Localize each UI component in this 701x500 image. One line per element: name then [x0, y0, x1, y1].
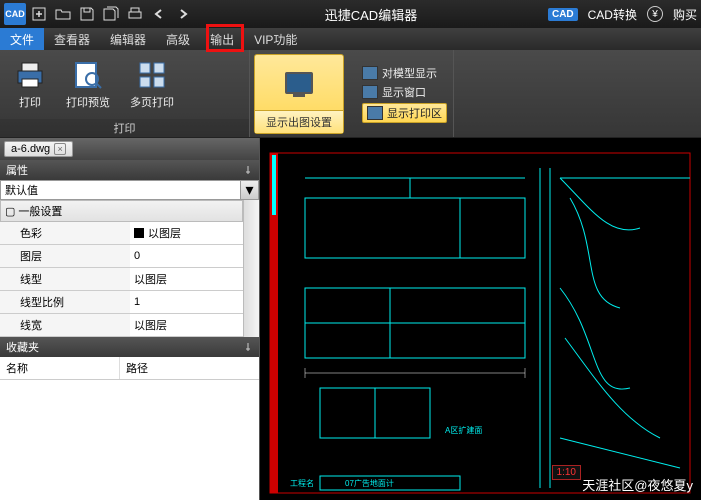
- print-button[interactable]: [124, 3, 146, 25]
- check-show-print-area[interactable]: 显示打印区: [362, 103, 447, 123]
- favorites-columns: 名称 路径: [0, 357, 259, 380]
- pin-icon[interactable]: [243, 342, 253, 352]
- favorites-header: 收藏夹: [0, 337, 259, 357]
- cad-convert-link[interactable]: CAD转换: [588, 6, 637, 23]
- window-icon: [367, 106, 383, 120]
- svg-text:07广告地面计: 07广告地面计: [345, 478, 394, 488]
- print-preview-button[interactable]: 打印预览: [60, 55, 116, 114]
- prop-row: 线型比例1: [0, 291, 243, 314]
- pin-icon[interactable]: [243, 165, 253, 175]
- ribbon-group-print-label: 打印: [0, 119, 249, 137]
- scrollbar[interactable]: [243, 200, 259, 337]
- tab-file[interactable]: 文件: [0, 28, 44, 50]
- tab-editor[interactable]: 编辑器: [100, 28, 156, 50]
- prop-row: 线型以图层: [0, 268, 243, 291]
- cad-drawing: A区扩建面 工程名 07广告地面计: [260, 138, 701, 500]
- print-big-button[interactable]: 打印: [8, 55, 52, 114]
- tab-viewer[interactable]: 查看器: [44, 28, 100, 50]
- display-settings-button[interactable]: 显示出图设置: [254, 54, 344, 134]
- new-button[interactable]: [28, 3, 50, 25]
- watermark: 天涯社区@夜悠夏y: [582, 475, 693, 494]
- window-icon: [362, 85, 378, 99]
- check-model-display[interactable]: 对模型显示: [362, 65, 447, 81]
- window-icon: [362, 66, 378, 80]
- app-logo-icon: CAD: [4, 3, 26, 25]
- save-all-button[interactable]: [100, 3, 122, 25]
- buy-link[interactable]: 购买: [673, 6, 697, 23]
- svg-text:A区扩建面: A区扩建面: [445, 425, 482, 435]
- properties-header: 属性: [0, 160, 259, 180]
- color-swatch-icon: [134, 228, 144, 238]
- ratio-badge: 1:10: [552, 465, 581, 480]
- open-button[interactable]: [52, 3, 74, 25]
- yen-icon: ¥: [647, 6, 663, 22]
- monitor-icon: [285, 72, 313, 94]
- document-tab-bar: a-6.dwg ×: [0, 138, 259, 160]
- default-dropdown[interactable]: ▾: [0, 180, 259, 200]
- document-tab[interactable]: a-6.dwg ×: [4, 141, 73, 157]
- redo-button[interactable]: [172, 3, 194, 25]
- menu-bar: 文件 查看器 编辑器 高级 输出 VIP功能: [0, 28, 701, 50]
- tab-output[interactable]: 输出: [200, 28, 244, 50]
- drawing-canvas[interactable]: A区扩建面 工程名 07广告地面计 1:10 天涯社区@夜悠夏y: [260, 138, 701, 500]
- app-title: 迅捷CAD编辑器: [194, 5, 548, 24]
- cad-badge-icon: CAD: [548, 8, 578, 21]
- magnifier-icon: [72, 59, 104, 91]
- tab-advanced[interactable]: 高级: [156, 28, 200, 50]
- left-panel: a-6.dwg × 属性 ▾ ▢一般设置 色彩以图层 图层0 线型以图层 线型比…: [0, 138, 260, 500]
- save-button[interactable]: [76, 3, 98, 25]
- close-tab-icon[interactable]: ×: [54, 143, 66, 155]
- prop-row: 色彩以图层: [0, 222, 243, 245]
- printer-icon: [14, 59, 46, 91]
- prop-row: 图层0: [0, 245, 243, 268]
- prop-section-general[interactable]: ▢一般设置: [0, 200, 243, 222]
- undo-button[interactable]: [148, 3, 170, 25]
- chevron-down-icon[interactable]: ▾: [240, 181, 258, 199]
- favorites-body: [0, 380, 259, 500]
- multi-print-button[interactable]: 多页打印: [124, 55, 180, 114]
- title-bar: CAD 迅捷CAD编辑器 CAD CAD转换 ¥ 购买: [0, 0, 701, 28]
- prop-row: 线宽以图层: [0, 314, 243, 337]
- grid-icon: [136, 59, 168, 91]
- ribbon: 打印 打印预览 多页打印 打印 显示出图设置 对模型显示 显示窗口 显示打印区: [0, 50, 701, 138]
- check-show-window[interactable]: 显示窗口: [362, 84, 447, 100]
- tab-vip[interactable]: VIP功能: [244, 28, 307, 50]
- default-input[interactable]: [1, 182, 240, 198]
- svg-text:工程名: 工程名: [290, 478, 314, 488]
